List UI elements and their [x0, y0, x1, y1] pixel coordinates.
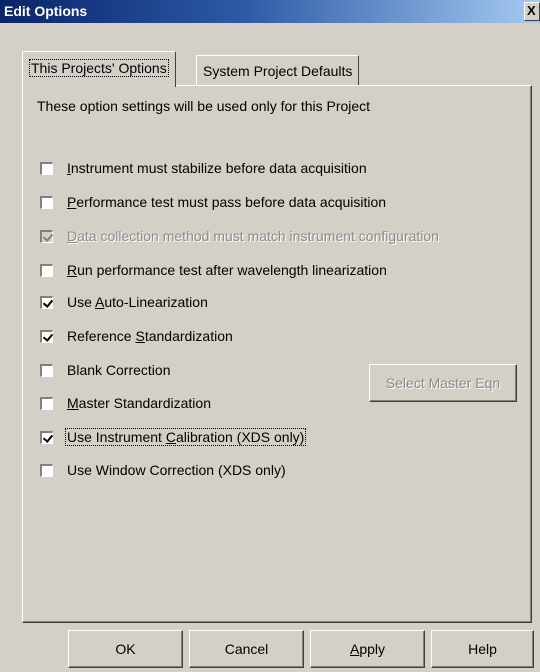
title-bar[interactable]: Edit Options X — [0, 0, 540, 23]
tab-this-projects-options[interactable]: This Projects' Options — [22, 51, 176, 87]
checkbox-label: Instrument must stabilize before data ac… — [67, 160, 367, 176]
button-label: Cancel — [224, 641, 269, 657]
run-performance-test-checkbox[interactable]: Run performance test after wavelength li… — [39, 260, 387, 280]
checkbox-label: Run performance test after wavelength li… — [67, 262, 387, 278]
close-icon: X — [527, 3, 536, 18]
checkbox-box[interactable] — [39, 429, 54, 445]
window-title: Edit Options — [4, 3, 88, 19]
checkbox-box[interactable] — [39, 294, 54, 310]
checkbox-box[interactable] — [39, 228, 54, 244]
help-button[interactable]: Help — [431, 630, 534, 668]
checkbox-label: Use Instrument Calibration (XDS only) — [65, 428, 307, 446]
ok-button[interactable]: OK — [68, 630, 183, 668]
checkbox-box[interactable] — [39, 262, 54, 278]
auto-linearization-checkbox[interactable]: Use Auto-Linearization — [39, 292, 208, 312]
master-standardization-checkbox[interactable]: Master Standardization — [39, 393, 211, 413]
tab-label: This Projects' Options — [29, 59, 169, 77]
reference-standardization-checkbox[interactable]: Reference Standardization — [39, 326, 233, 346]
window-correction-checkbox[interactable]: Use Window Correction (XDS only) — [39, 460, 286, 480]
instrument-stabilize-checkbox[interactable]: Instrument must stabilize before data ac… — [39, 158, 367, 178]
button-label: Help — [468, 641, 497, 657]
cancel-button[interactable]: Cancel — [189, 630, 304, 668]
tab-system-project-defaults[interactable]: System Project Defaults — [196, 55, 360, 85]
checkbox-label: Blank Correction — [67, 362, 171, 378]
instrument-calibration-checkbox[interactable]: Use Instrument Calibration (XDS only) — [39, 427, 307, 447]
checkbox-label: Reference Standardization — [67, 328, 233, 344]
checkbox-label: Use Window Correction (XDS only) — [67, 462, 286, 478]
button-label: Select Master Eqn — [385, 375, 501, 391]
apply-button[interactable]: Apply — [310, 630, 425, 668]
checkbox-label: Master Standardization — [67, 395, 211, 411]
blank-correction-checkbox[interactable]: Blank Correction — [39, 360, 171, 380]
button-label: Apply — [349, 641, 386, 657]
info-text: These option settings will be used only … — [37, 98, 371, 114]
checkbox-box[interactable] — [39, 160, 54, 176]
edit-options-dialog: Edit Options X This Projects' Options Sy… — [0, 0, 540, 672]
tab-label: System Project Defaults — [203, 63, 353, 79]
select-master-eqn-button[interactable]: Select Master Eqn — [369, 364, 517, 402]
checkbox-box[interactable] — [39, 328, 54, 344]
checkbox-box[interactable] — [39, 395, 54, 411]
checkbox-label: Data collection method must match instru… — [67, 228, 439, 244]
checkbox-label: Use Auto-Linearization — [67, 294, 208, 310]
checkbox-label: Performance test must pass before data a… — [67, 194, 387, 210]
checkbox-box[interactable] — [39, 462, 54, 478]
checkbox-box[interactable] — [39, 194, 54, 210]
performance-test-pass-checkbox[interactable]: Performance test must pass before data a… — [39, 192, 387, 212]
data-collection-match-checkbox[interactable]: Data collection method must match instru… — [39, 226, 439, 246]
checkbox-box[interactable] — [39, 362, 54, 378]
close-button[interactable]: X — [524, 2, 540, 21]
button-label: OK — [115, 641, 136, 657]
